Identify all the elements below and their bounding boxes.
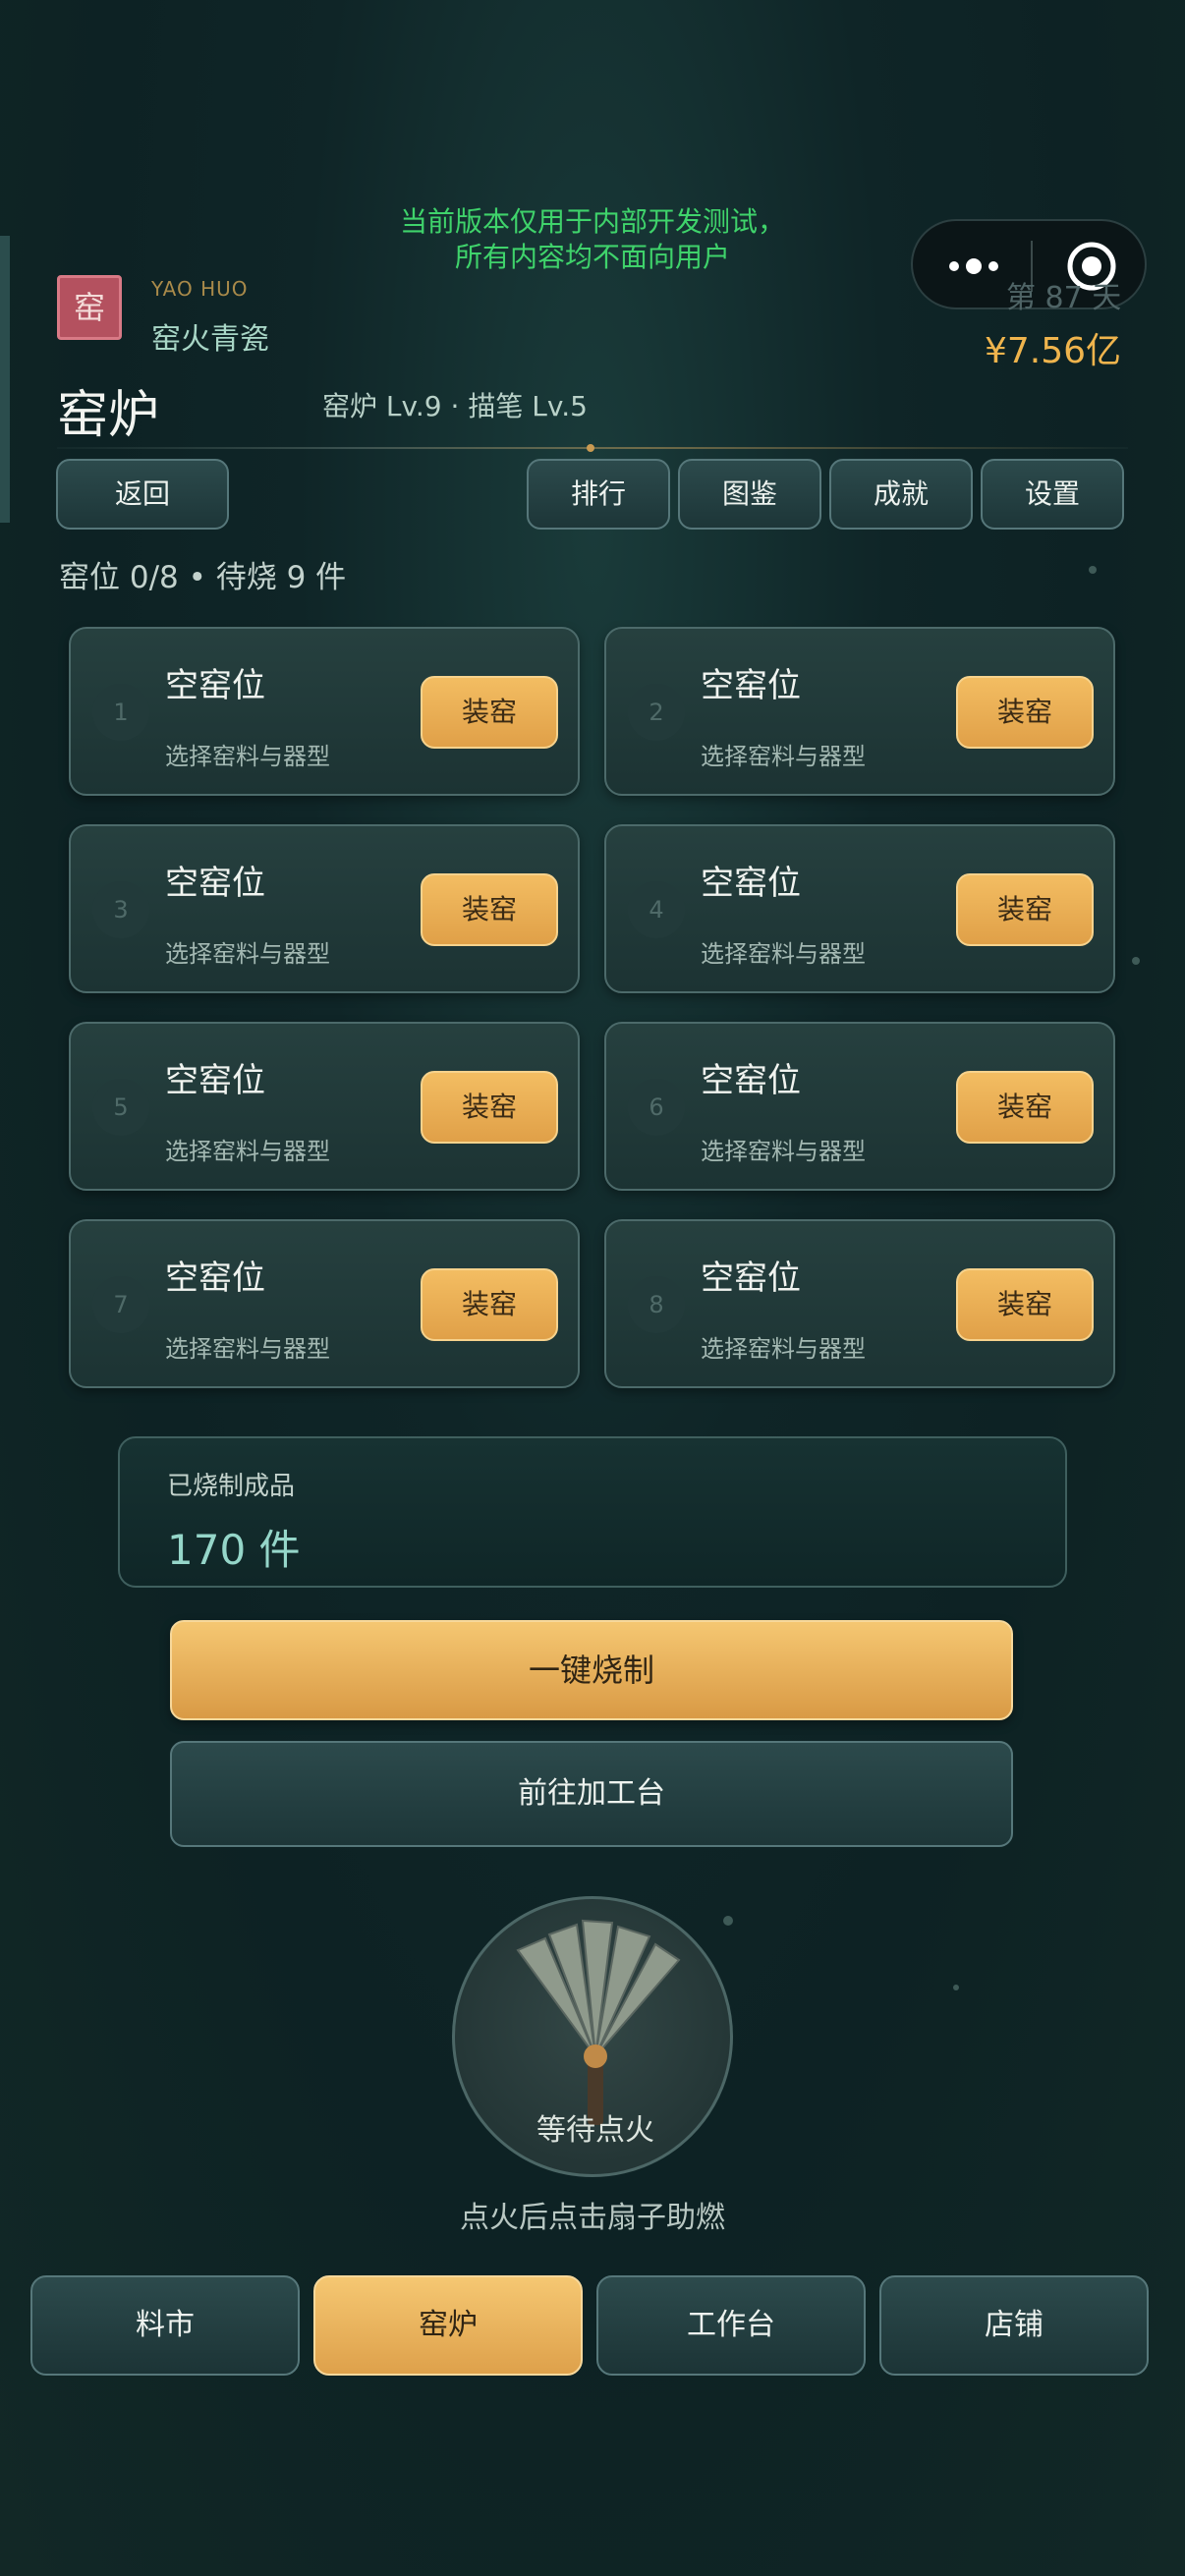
kiln-slot-8: 8 空窑位 选择窑料与器型 装窑 [604,1219,1115,1388]
slot-name: 空窑位 [165,666,265,705]
brand-name-en: YAO HUO [151,277,249,301]
slot-name: 空窑位 [165,864,265,903]
slot-number: 2 [628,684,685,741]
fan-hint: 点火后点击扇子助燃 [460,2201,725,2235]
load-kiln-button[interactable]: 装窑 [421,676,558,749]
tab-shop[interactable]: 店铺 [879,2275,1149,2376]
left-rail [0,236,10,523]
tab-market[interactable]: 料市 [30,2275,300,2376]
kiln-slot-3: 3 空窑位 选择窑料与器型 装窑 [69,824,580,993]
slot-hint: 选择窑料与器型 [165,743,330,770]
kiln-slot-6: 6 空窑位 选择窑料与器型 装窑 [604,1022,1115,1191]
money-balance: ¥7.56亿 [985,331,1122,371]
back-button[interactable]: 返回 [56,459,229,530]
load-kiln-button[interactable]: 装窑 [956,873,1094,946]
slot-name: 空窑位 [701,864,801,903]
decor-speck [1089,566,1097,574]
header-divider-dot [587,444,594,452]
kiln-slot-4: 4 空窑位 选择窑料与器型 装窑 [604,824,1115,993]
slot-number: 8 [628,1276,685,1333]
slot-hint: 选择窑料与器型 [701,940,866,968]
load-kiln-button[interactable]: 装窑 [421,1071,558,1144]
slot-hint: 选择窑料与器型 [701,1335,866,1363]
slot-hint: 选择窑料与器型 [701,1138,866,1165]
level-info: 窑炉 Lv.9 · 描笔 Lv.5 [322,390,588,422]
kiln-slot-5: 5 空窑位 选择窑料与器型 装窑 [69,1022,580,1191]
kiln-slot-1: 1 空窑位 选择窑料与器型 装窑 [69,627,580,796]
load-kiln-button[interactable]: 装窑 [421,873,558,946]
slot-number: 4 [628,881,685,938]
tab-kiln[interactable]: 窑炉 [313,2275,583,2376]
page-title: 窑炉 [57,386,160,445]
decor-speck [723,1916,733,1926]
load-kiln-button[interactable]: 装窑 [956,1268,1094,1341]
kiln-slot-7: 7 空窑位 选择窑料与器型 装窑 [69,1219,580,1388]
load-kiln-button[interactable]: 装窑 [956,676,1094,749]
slot-number: 5 [92,1079,149,1136]
rank-button[interactable]: 排行 [527,459,670,530]
slot-number: 7 [92,1276,149,1333]
slot-number: 1 [92,684,149,741]
fan-button[interactable]: 等待点火 [452,1896,733,2177]
slot-number: 6 [628,1079,685,1136]
decor-speck [953,1985,959,1990]
fan-status: 等待点火 [536,2113,654,2148]
slot-name: 空窑位 [701,1259,801,1298]
fired-products-label: 已烧制成品 [167,1472,296,1501]
fired-products-count: 170 件 [167,1526,301,1574]
slot-hint: 选择窑料与器型 [165,940,330,968]
fired-products-card: 已烧制成品 170 件 [118,1436,1067,1588]
load-kiln-button[interactable]: 装窑 [421,1268,558,1341]
slot-number: 3 [92,881,149,938]
go-workbench-button[interactable]: 前往加工台 [170,1741,1013,1847]
codex-button[interactable]: 图鉴 [678,459,821,530]
settings-button[interactable]: 设置 [981,459,1124,530]
load-kiln-button[interactable]: 装窑 [956,1071,1094,1144]
achievements-button[interactable]: 成就 [829,459,973,530]
slot-hint: 选择窑料与器型 [165,1335,330,1363]
tab-workbench[interactable]: 工作台 [596,2275,866,2376]
decor-speck [1132,957,1140,965]
slot-hint: 选择窑料与器型 [701,743,866,770]
kiln-slot-2: 2 空窑位 选择窑料与器型 装窑 [604,627,1115,796]
fire-all-button[interactable]: 一键烧制 [170,1620,1013,1720]
more-dots-icon[interactable] [944,247,1003,286]
slot-name: 空窑位 [165,1259,265,1298]
slot-status: 窑位 0/8 • 待烧 9 件 [59,560,347,595]
brand-seal: 窑 [57,275,122,340]
slot-hint: 选择窑料与器型 [165,1138,330,1165]
brand-name-cn: 窑火青瓷 [151,322,269,357]
slot-name: 空窑位 [701,666,801,705]
slot-name: 空窑位 [701,1061,801,1100]
day-counter: 第 87 天 [1006,281,1122,315]
slot-name: 空窑位 [165,1061,265,1100]
